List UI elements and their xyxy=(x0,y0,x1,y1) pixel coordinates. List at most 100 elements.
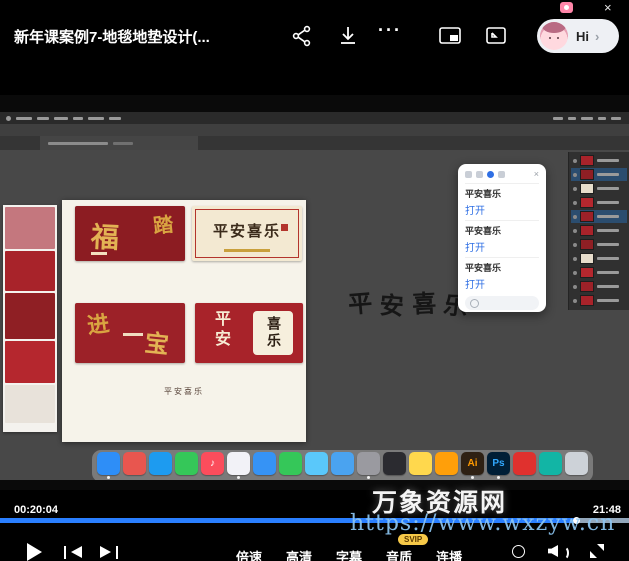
popup-header: × xyxy=(465,168,539,180)
layer-row[interactable] xyxy=(571,196,627,209)
reference-thumbnail[interactable] xyxy=(5,385,55,423)
next-button[interactable] xyxy=(100,546,118,559)
menu-bar-status-icons xyxy=(553,117,621,120)
menu-bar-item xyxy=(54,117,68,120)
popup-tool-icon[interactable] xyxy=(498,171,505,178)
control-item-5[interactable]: 连播 xyxy=(436,547,462,561)
dock-icon-illustrator[interactable]: Ai xyxy=(461,452,484,478)
layer-visibility-icon[interactable] xyxy=(573,271,577,275)
close-icon[interactable]: × xyxy=(604,0,612,15)
dock-icon-music[interactable]: ♪ xyxy=(201,452,224,478)
dock-icon-trash[interactable] xyxy=(565,452,588,478)
app-icon xyxy=(97,452,120,475)
dock-icon-messages[interactable] xyxy=(175,452,198,478)
pip-icon xyxy=(438,24,462,48)
control-item-3[interactable]: 字幕 xyxy=(336,547,362,561)
dock-icon-terminal[interactable] xyxy=(383,452,406,478)
layer-row[interactable] xyxy=(571,294,627,307)
record-button[interactable] xyxy=(512,545,525,558)
layer-row[interactable] xyxy=(571,266,627,279)
layer-row[interactable] xyxy=(571,182,627,195)
layer-visibility-icon[interactable] xyxy=(573,201,577,205)
dock-icon-finder[interactable] xyxy=(97,452,120,478)
control-item-4[interactable]: 音质 xyxy=(386,547,412,561)
pink-extension-icon[interactable] xyxy=(560,2,573,13)
popup-close-icon[interactable]: × xyxy=(534,170,539,179)
miniplayer-button[interactable] xyxy=(484,24,508,48)
dock-icon-photoshop[interactable]: Ps xyxy=(487,452,510,478)
app-icon xyxy=(149,452,172,475)
reference-thumbnail[interactable] xyxy=(5,251,55,291)
play-button[interactable] xyxy=(27,543,42,561)
dock-icon-adobe-red[interactable] xyxy=(513,452,536,478)
layer-visibility-icon[interactable] xyxy=(573,173,577,177)
dock-icon-mail[interactable] xyxy=(253,452,276,478)
layer-row[interactable] xyxy=(571,280,627,293)
share-button[interactable] xyxy=(290,24,314,48)
reference-thumbnail[interactable] xyxy=(5,207,55,249)
dock-icon-notes[interactable] xyxy=(409,452,432,478)
card-char: 福 xyxy=(90,215,120,256)
reference-thumbnail[interactable] xyxy=(5,293,55,339)
layer-visibility-icon[interactable] xyxy=(573,159,577,163)
avatar-pill[interactable]: Hi › xyxy=(537,19,619,53)
volume-button[interactable] xyxy=(548,544,566,558)
layer-name xyxy=(597,299,619,302)
layer-visibility-icon[interactable] xyxy=(573,285,577,289)
more-button[interactable]: ··· xyxy=(378,20,402,41)
design-card-3: 进 宝 xyxy=(75,303,185,363)
dock-icon-maps[interactable] xyxy=(305,452,328,478)
layer-row[interactable] xyxy=(571,224,627,237)
download-button[interactable] xyxy=(336,24,360,48)
dock-icon-facetime[interactable] xyxy=(279,452,302,478)
control-item-1[interactable]: 倍速 xyxy=(236,547,262,561)
dock-icon-launchpad[interactable] xyxy=(123,452,146,478)
app-icon xyxy=(253,452,276,475)
mac-dock: ♪ AiPs xyxy=(92,450,593,480)
menu-bar-item xyxy=(88,117,104,120)
popup-open-link[interactable]: 打开 xyxy=(465,239,539,254)
dock-icon-photos[interactable] xyxy=(227,452,250,478)
mac-screen-recording: 踏 福 平安喜乐 进 宝 平安 喜乐 xyxy=(0,112,629,480)
layer-row[interactable] xyxy=(571,238,627,251)
app-icon: Ai xyxy=(461,452,484,475)
card-patch: 喜乐 xyxy=(253,311,293,355)
popup-tool-icon[interactable] xyxy=(476,171,483,178)
layer-visibility-icon[interactable] xyxy=(573,215,577,219)
video-title: 新年课案例7-地毯地垫设计(... xyxy=(14,26,210,47)
layer-row[interactable] xyxy=(571,210,627,223)
previous-button[interactable] xyxy=(64,546,82,559)
layer-row[interactable] xyxy=(571,168,627,181)
popup-tool-icon[interactable] xyxy=(487,171,494,178)
current-time: 00:20:04 xyxy=(14,504,58,516)
layer-visibility-icon[interactable] xyxy=(573,187,577,191)
menu-bar-item xyxy=(37,117,49,120)
layer-visibility-icon[interactable] xyxy=(573,243,577,247)
status-icon xyxy=(581,117,593,120)
dock-icon-pages[interactable] xyxy=(435,452,458,478)
layer-visibility-icon[interactable] xyxy=(573,299,577,303)
app-icon xyxy=(565,452,588,475)
popup-open-link[interactable]: 打开 xyxy=(465,276,539,291)
layer-visibility-icon[interactable] xyxy=(573,229,577,233)
layer-row[interactable] xyxy=(571,154,627,167)
dock-icon-teal-app[interactable] xyxy=(539,452,562,478)
layer-visibility-icon[interactable] xyxy=(573,257,577,261)
reference-thumbnail[interactable] xyxy=(5,341,55,383)
control-item-2[interactable]: 高清 xyxy=(286,547,312,561)
pip-button[interactable] xyxy=(438,24,462,48)
seal-stamp xyxy=(281,224,288,231)
dock-icon-safari[interactable] xyxy=(149,452,172,478)
layer-row[interactable] xyxy=(571,252,627,265)
artboard-caption: 平安喜乐 xyxy=(62,386,306,397)
avatar xyxy=(540,22,568,50)
fullscreen-button[interactable] xyxy=(590,544,604,558)
dock-icon-settings[interactable] xyxy=(357,452,380,478)
popup-search-input[interactable] xyxy=(465,296,539,310)
video-screen[interactable]: 踏 福 平安喜乐 进 宝 平安 喜乐 xyxy=(0,95,629,490)
app-icon xyxy=(357,452,380,475)
artboard: 踏 福 平安喜乐 进 宝 平安 喜乐 xyxy=(62,200,306,442)
popup-open-link[interactable]: 打开 xyxy=(465,202,539,217)
dock-icon-weather[interactable] xyxy=(331,452,354,478)
popup-tool-icon[interactable] xyxy=(465,171,472,178)
